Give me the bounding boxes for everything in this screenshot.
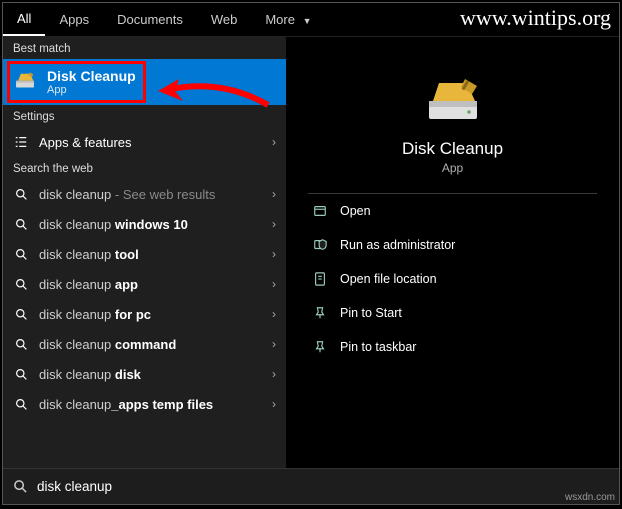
action-open-location[interactable]: Open file location: [304, 262, 601, 296]
settings-apps-features-label: Apps & features: [39, 135, 132, 150]
tab-documents[interactable]: Documents: [103, 4, 197, 35]
folder-icon: [312, 271, 328, 287]
web-result-2[interactable]: disk cleanup tool ›: [3, 239, 286, 269]
web-suggestion-bold: tool: [115, 247, 139, 262]
disk-cleanup-icon: [13, 70, 37, 94]
web-suggestion-bold: windows 10: [115, 217, 188, 232]
chevron-right-icon: ›: [272, 187, 276, 201]
web-result-5[interactable]: disk cleanup command ›: [3, 329, 286, 359]
chevron-right-icon: ›: [272, 307, 276, 321]
tab-apps[interactable]: Apps: [45, 4, 103, 35]
search-icon: [13, 186, 29, 202]
open-icon: [312, 203, 328, 219]
action-pin-taskbar[interactable]: Pin to taskbar: [304, 330, 601, 364]
action-open[interactable]: Open: [304, 194, 601, 228]
results-panel: Best match Disk Cleanup App Settings: [3, 37, 286, 469]
web-suggestion-bold: _apps temp files: [111, 397, 213, 412]
web-suggestion-prefix: disk cleanup: [39, 367, 115, 382]
web-result-text: disk cleanup: [39, 187, 111, 202]
web-suggestion-prefix: disk cleanup: [39, 277, 115, 292]
action-open-label: Open: [340, 204, 371, 218]
settings-apps-features[interactable]: Apps & features ›: [3, 127, 286, 157]
section-search-web: Search the web: [3, 157, 286, 179]
search-bar[interactable]: [3, 468, 619, 504]
chevron-right-icon: ›: [272, 337, 276, 351]
tab-all[interactable]: All: [3, 3, 45, 36]
web-result-hint: - See web results: [111, 187, 215, 202]
search-icon: [13, 366, 29, 382]
pin-icon: [312, 305, 328, 321]
search-filter-tabs: All Apps Documents Web More ▼: [3, 3, 619, 37]
detail-subtitle: App: [304, 161, 601, 175]
action-pin-taskbar-label: Pin to taskbar: [340, 340, 416, 354]
tab-web[interactable]: Web: [197, 4, 252, 35]
detail-panel: Disk Cleanup App Open Run as administrat…: [286, 37, 619, 469]
web-result-4[interactable]: disk cleanup for pc ›: [3, 299, 286, 329]
action-pin-start[interactable]: Pin to Start: [304, 296, 601, 330]
best-match-subtitle: App: [47, 84, 136, 96]
web-result-6[interactable]: disk cleanup disk ›: [3, 359, 286, 389]
action-pin-start-label: Pin to Start: [340, 306, 402, 320]
search-icon: [13, 276, 29, 292]
web-suggestion-prefix: disk cleanup: [39, 397, 111, 412]
search-icon: [13, 336, 29, 352]
action-run-admin[interactable]: Run as administrator: [304, 228, 601, 262]
list-icon: [13, 134, 29, 150]
web-suggestion-prefix: disk cleanup: [39, 337, 115, 352]
shield-icon: [312, 237, 328, 253]
detail-app-icon: [304, 77, 601, 127]
web-suggestion-bold: command: [115, 337, 176, 352]
chevron-down-icon: ▼: [303, 16, 312, 26]
web-result-7[interactable]: disk cleanup_apps temp files ›: [3, 389, 286, 419]
search-icon: [13, 216, 29, 232]
web-suggestion-prefix: disk cleanup: [39, 217, 115, 232]
search-icon: [13, 306, 29, 322]
detail-title: Disk Cleanup: [304, 139, 601, 159]
chevron-right-icon: ›: [272, 397, 276, 411]
web-result-base[interactable]: disk cleanup - See web results ›: [3, 179, 286, 209]
tab-more-label: More: [265, 12, 295, 27]
tab-more[interactable]: More ▼: [251, 4, 325, 35]
search-icon: [13, 396, 29, 412]
web-suggestion-prefix: disk cleanup: [39, 307, 115, 322]
search-icon: [13, 246, 29, 262]
web-suggestion-prefix: disk cleanup: [39, 247, 115, 262]
section-best-match: Best match: [3, 37, 286, 59]
best-match-title: Disk Cleanup: [47, 68, 136, 84]
chevron-right-icon: ›: [272, 367, 276, 381]
section-settings: Settings: [3, 105, 286, 127]
search-icon: [13, 479, 29, 495]
chevron-right-icon: ›: [272, 277, 276, 291]
web-result-1[interactable]: disk cleanup windows 10 ›: [3, 209, 286, 239]
best-match-result[interactable]: Disk Cleanup App: [3, 59, 286, 105]
chevron-right-icon: ›: [272, 247, 276, 261]
search-input[interactable]: [37, 479, 609, 494]
action-open-location-label: Open file location: [340, 272, 437, 286]
web-result-3[interactable]: disk cleanup app ›: [3, 269, 286, 299]
chevron-right-icon: ›: [272, 217, 276, 231]
pin-icon: [312, 339, 328, 355]
chevron-right-icon: ›: [272, 135, 276, 149]
web-suggestion-bold: app: [115, 277, 138, 292]
source-watermark: wsxdn.com: [565, 492, 615, 503]
action-run-admin-label: Run as administrator: [340, 238, 455, 252]
web-suggestion-bold: for pc: [115, 307, 151, 322]
web-suggestion-bold: disk: [115, 367, 141, 382]
